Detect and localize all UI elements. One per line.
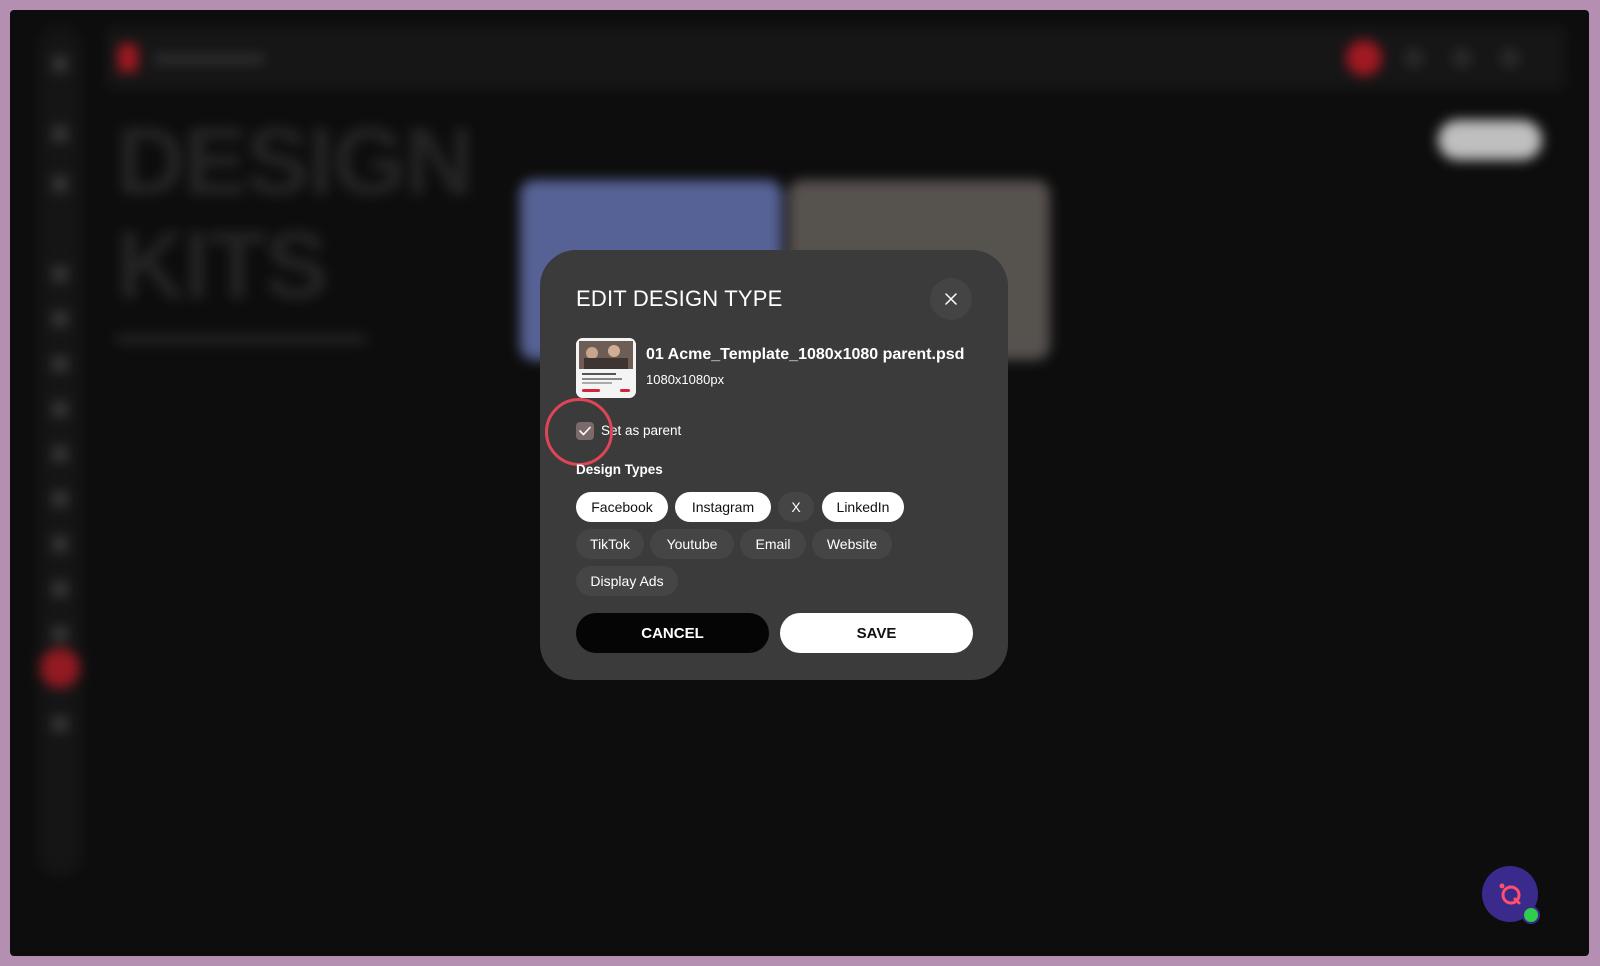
design-type-chip-email[interactable]: Email <box>740 529 806 559</box>
design-type-chip-linkedin[interactable]: LinkedIn <box>822 492 904 522</box>
file-thumbnail <box>576 338 636 398</box>
file-name: 01 Acme_Template_1080x1080 parent.psd <box>646 346 965 363</box>
design-type-chip-x[interactable]: X <box>778 492 814 522</box>
design-type-chip-website[interactable]: Website <box>812 529 892 559</box>
set-as-parent-checkbox[interactable] <box>576 422 594 440</box>
design-type-chip-youtube[interactable]: Youtube <box>650 529 734 559</box>
design-type-chip-tiktok[interactable]: TikTok <box>576 529 644 559</box>
cancel-button[interactable]: CANCEL <box>576 613 769 653</box>
design-type-chip-facebook[interactable]: Facebook <box>576 492 668 522</box>
save-button[interactable]: SAVE <box>780 613 973 653</box>
file-dimensions: 1080x1080px <box>646 372 725 387</box>
set-as-parent-label[interactable]: Set as parent <box>601 423 681 438</box>
checkmark-icon <box>579 426 591 436</box>
close-button[interactable] <box>930 278 972 320</box>
modal-title: EDIT DESIGN TYPE <box>576 286 783 311</box>
chat-icon <box>1499 883 1521 905</box>
design-types-label: Design Types <box>576 462 663 477</box>
online-status-indicator <box>1522 906 1540 924</box>
design-type-chip-instagram[interactable]: Instagram <box>675 492 771 522</box>
close-icon <box>945 293 957 305</box>
design-type-chip-display-ads[interactable]: Display Ads <box>576 566 678 596</box>
edit-design-type-modal: EDIT DESIGN TYPE 01 Acme_Template_1080x1… <box>540 250 1008 680</box>
